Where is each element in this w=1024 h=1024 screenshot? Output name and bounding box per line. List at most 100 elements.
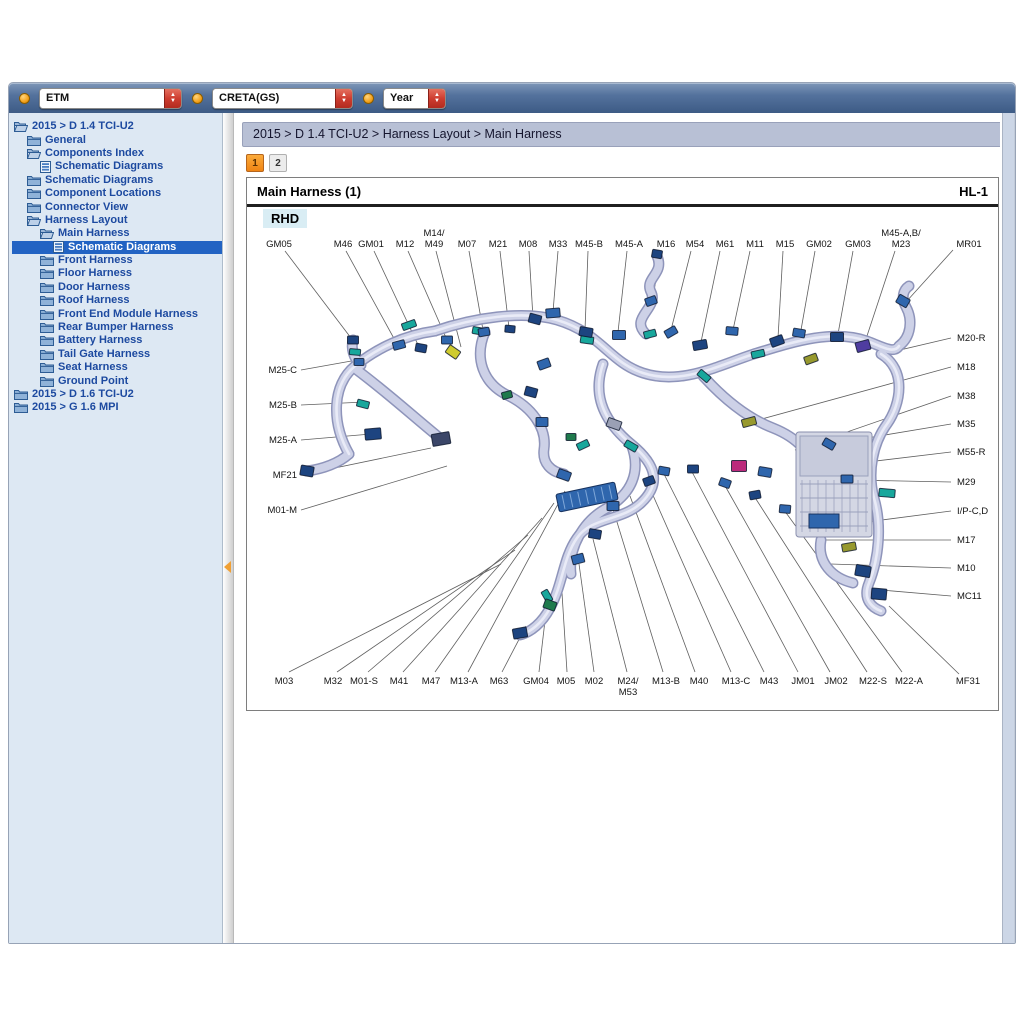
sidebar-item[interactable]: Seat Harness bbox=[12, 361, 222, 374]
connector-block bbox=[855, 564, 872, 577]
sidebar-item[interactable]: Schematic Diagrams bbox=[12, 174, 222, 187]
sidebar-item[interactable]: 2015 > D 1.4 TCI-U2 bbox=[12, 120, 222, 133]
harness-label: M03 bbox=[275, 676, 293, 687]
leader-line bbox=[906, 250, 953, 302]
connector-block bbox=[792, 328, 805, 338]
harness-label: M35 bbox=[957, 419, 975, 430]
folder-icon bbox=[40, 309, 54, 320]
connector-block bbox=[804, 353, 819, 365]
harness-label: M40 bbox=[690, 676, 708, 687]
select-stepper-icon[interactable]: ▲▼ bbox=[164, 89, 181, 108]
connector-block bbox=[871, 588, 887, 600]
harness-label: JM02 bbox=[824, 676, 847, 687]
connector-block bbox=[749, 490, 761, 500]
sidebar-item[interactable]: Main Harness bbox=[12, 227, 222, 240]
scrollbar-track[interactable] bbox=[1000, 113, 1014, 943]
connector-block bbox=[732, 461, 747, 472]
sidebar-item[interactable]: 2015 > G 1.6 MPI bbox=[12, 401, 222, 414]
connector-block bbox=[726, 326, 739, 335]
module-select-value: ETM bbox=[40, 89, 164, 108]
harness-labels: GM05M46GM01M12M14/M49M07M21M08M33M45-BM4… bbox=[266, 228, 988, 698]
sidebar-item[interactable]: Battery Harness bbox=[12, 334, 222, 347]
sidebar-item-label: Harness Layout bbox=[45, 214, 128, 227]
harness-label: M07 bbox=[458, 239, 476, 250]
connector-block bbox=[579, 326, 593, 337]
leader-line bbox=[838, 251, 853, 334]
harness-label: M25-A bbox=[269, 435, 298, 446]
harness-label: GM01 bbox=[358, 239, 384, 250]
connector-block bbox=[718, 477, 731, 488]
collapse-arrow-icon[interactable] bbox=[224, 561, 231, 573]
sidebar-item[interactable]: Schematic Diagrams bbox=[12, 160, 222, 173]
year-select-value: Year bbox=[384, 89, 428, 108]
select-stepper-icon[interactable]: ▲▼ bbox=[335, 89, 352, 108]
module-select[interactable]: ETM ▲▼ bbox=[39, 88, 182, 109]
sidebar-item[interactable]: Floor Harness bbox=[12, 267, 222, 280]
select-stepper-icon[interactable]: ▲▼ bbox=[428, 89, 445, 108]
harness-label: M15 bbox=[776, 239, 794, 250]
harness-label: M63 bbox=[490, 676, 508, 687]
leader-line bbox=[751, 367, 951, 422]
harness-diagram: GM05M46GM01M12M14/M49M07M21M08M33M45-BM4… bbox=[247, 207, 998, 710]
harness-label: MF31 bbox=[956, 676, 980, 687]
leader-line bbox=[585, 251, 588, 330]
harness-label: M01-M bbox=[267, 505, 297, 516]
sidebar-item[interactable]: Schematic Diagrams bbox=[12, 241, 222, 254]
sidebar-item[interactable]: Front End Module Harness bbox=[12, 307, 222, 320]
harness-label: MF21 bbox=[273, 470, 297, 481]
connector-block bbox=[841, 475, 853, 483]
folder-open-icon bbox=[27, 148, 41, 159]
connector-block bbox=[401, 319, 417, 330]
page-tabs: 1 2 bbox=[246, 154, 287, 172]
sidebar-item[interactable]: Tail Gate Harness bbox=[12, 348, 222, 361]
connector-block bbox=[613, 331, 626, 340]
harness-label: M18 bbox=[957, 362, 975, 373]
leader-line bbox=[579, 564, 594, 672]
leader-line bbox=[435, 503, 554, 672]
folder-icon bbox=[40, 268, 54, 279]
connector-block bbox=[512, 627, 528, 639]
pane-splitter[interactable] bbox=[223, 113, 234, 943]
leader-line bbox=[337, 550, 515, 672]
connector-block bbox=[658, 466, 670, 476]
year-select[interactable]: Year ▲▼ bbox=[383, 88, 446, 109]
sidebar-item[interactable]: General bbox=[12, 133, 222, 146]
sidebar-item[interactable]: Connector View bbox=[12, 200, 222, 213]
sidebar-item[interactable]: Roof Harness bbox=[12, 294, 222, 307]
harness-label: GM05 bbox=[266, 239, 292, 250]
sidebar-item-label: Schematic Diagrams bbox=[68, 241, 176, 254]
harness-label: GM03 bbox=[845, 239, 871, 250]
sidebar-item[interactable]: 2015 > D 1.6 TCI-U2 bbox=[12, 388, 222, 401]
breadcrumb: 2015 > D 1.4 TCI-U2 > Harness Layout > M… bbox=[242, 122, 1006, 147]
sidebar-item[interactable]: Component Locations bbox=[12, 187, 222, 200]
folder-icon bbox=[40, 349, 54, 360]
diagram-title-bar: Main Harness (1) HL-1 bbox=[247, 178, 998, 207]
harness-label: GM04 bbox=[523, 676, 549, 687]
sidebar-item[interactable]: Door Harness bbox=[12, 281, 222, 294]
harness-label: M38 bbox=[957, 391, 975, 402]
sidebar-item[interactable]: Front Harness bbox=[12, 254, 222, 267]
drive-type-badge: RHD bbox=[263, 209, 307, 228]
connector-block bbox=[607, 502, 619, 511]
connector-block bbox=[524, 386, 538, 398]
leader-line bbox=[553, 251, 558, 312]
status-led-icon bbox=[363, 93, 374, 104]
connector-block bbox=[576, 439, 590, 450]
sidebar-item[interactable]: Harness Layout bbox=[12, 214, 222, 227]
model-select-value: CRETA(GS) bbox=[213, 89, 335, 108]
sidebar-item-label: Roof Harness bbox=[58, 294, 130, 307]
sidebar-item[interactable]: Components Index bbox=[12, 147, 222, 160]
connector-block bbox=[546, 308, 561, 318]
tab-page-2[interactable]: 2 bbox=[269, 154, 287, 172]
harness-label: M22-S bbox=[859, 676, 887, 687]
connector-block bbox=[415, 343, 427, 353]
connector-block bbox=[365, 428, 382, 440]
tab-page-1[interactable]: 1 bbox=[246, 154, 264, 172]
sidebar-item-label: Connector View bbox=[45, 201, 128, 214]
sidebar-item[interactable]: Ground Point bbox=[12, 374, 222, 387]
sidebar-item-label: General bbox=[45, 134, 86, 147]
leader-line bbox=[618, 251, 627, 332]
sidebar-item[interactable]: Rear Bumper Harness bbox=[12, 321, 222, 334]
model-select[interactable]: CRETA(GS) ▲▼ bbox=[212, 88, 353, 109]
document-icon bbox=[40, 161, 51, 173]
